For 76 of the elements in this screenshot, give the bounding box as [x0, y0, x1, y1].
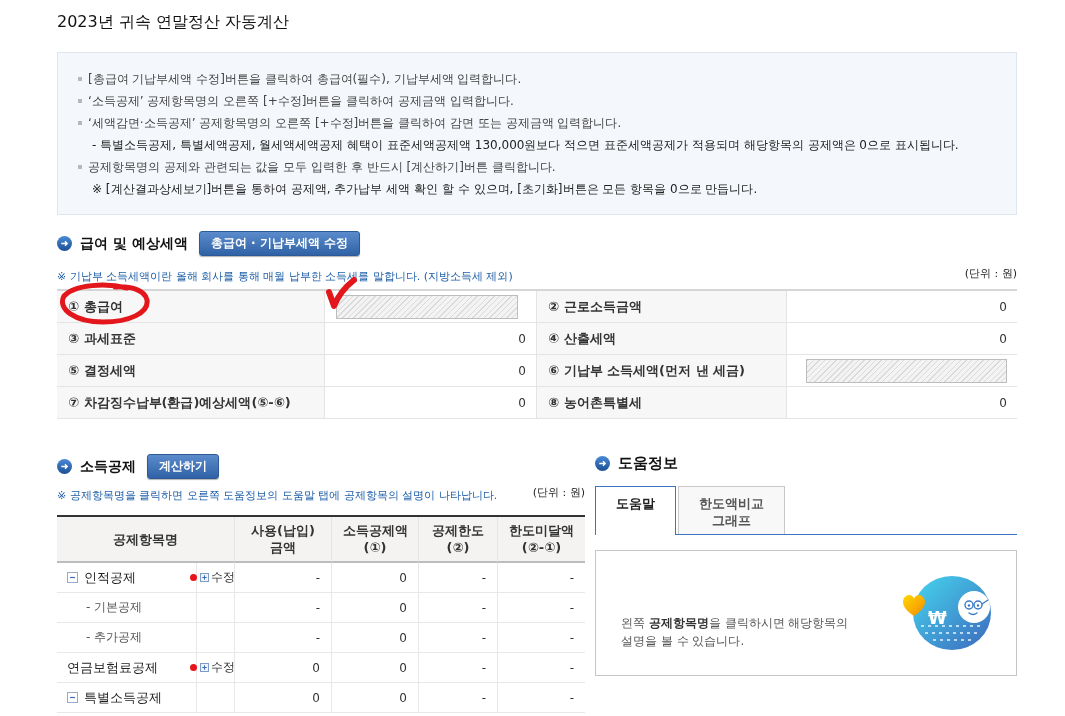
- table-cell: 0: [331, 593, 418, 623]
- table-cell: 0: [331, 683, 418, 713]
- square-bullet-icon: [78, 121, 82, 125]
- value-cell: 0: [787, 291, 1017, 323]
- minus-box-icon[interactable]: [67, 572, 78, 583]
- square-bullet-icon: [78, 99, 82, 103]
- edit-button[interactable]: 수정: [200, 659, 235, 676]
- label-cell: ⑥ 기납부 소득세액(먼저 낸 세금): [537, 355, 787, 387]
- help-text: 왼쪽 공제항목명을 클릭하시면 해당항목의 설명을 볼 수 있습니다.: [621, 615, 849, 650]
- plus-box-icon: [200, 663, 209, 672]
- calculate-button[interactable]: 계산하기: [147, 454, 219, 479]
- salary-tax-edit-button[interactable]: 총급여 · 기납부세액 수정: [198, 231, 360, 256]
- table-cell: -: [234, 623, 331, 653]
- unit-label: (단위 : 원): [532, 485, 585, 500]
- table-cell: -: [497, 623, 585, 653]
- instruction-text: 공제항목명의 공제와 관련되는 값을 모두 입력한 후 반드시 [계산하기]버튼 클릭합니다.: [88, 159, 556, 175]
- label-cell: ⑦ 차감징수납부(환급)예상세액(⑤-⑥): [57, 387, 325, 419]
- note-text: ※ 공제항목명을 클릭하면 오른쪽 도움정보의 도움말 탭에 공제항목의 설명이 나타납니다.: [57, 488, 498, 503]
- plus-box-icon: [200, 573, 209, 582]
- table-cell: 0: [331, 623, 418, 653]
- label-cell: ⑧ 농어촌특별세: [537, 387, 787, 419]
- table-cell: -: [234, 593, 331, 623]
- face-icon: [958, 591, 990, 623]
- section-heading: 도움정보: [618, 454, 678, 473]
- section-heading: 급여 및 예상세액: [80, 234, 188, 253]
- table-cell: -: [497, 563, 585, 593]
- minus-box-icon[interactable]: [67, 692, 78, 703]
- label-cell: ② 근로소득금액: [537, 291, 787, 323]
- label-cell: ③ 과세표준: [57, 323, 325, 355]
- label-cell: ⑤ 결정세액: [57, 355, 325, 387]
- table-cell: -: [234, 563, 331, 593]
- column-header: 공제한도 (②): [418, 517, 497, 563]
- column-header: 한도미달액 (②-①): [497, 517, 585, 563]
- section-heading: 소득공제: [80, 457, 136, 476]
- won-symbol: ₩: [928, 609, 947, 627]
- value-cell: 0: [787, 387, 1017, 419]
- edit-button[interactable]: 수정: [200, 569, 235, 586]
- tab[interactable]: 도움말: [595, 486, 676, 535]
- sub-item-label[interactable]: - 기본공제: [86, 599, 143, 616]
- sub-item-label[interactable]: - 추가공제: [86, 629, 143, 646]
- unit-label: (단위 : 원): [964, 266, 1017, 281]
- table-cell: -: [418, 623, 497, 653]
- table-cell: -: [418, 593, 497, 623]
- instruction-text: ‘세액감면·소득공제’ 공제항목명의 오른쪽 [+수정]버튼을 클릭하여 감면 또는 공제금액 입력합니다.: [88, 115, 622, 131]
- instruction-text: ‘소득공제’ 공제항목명의 오른쪽 [+수정]버튼을 클릭하여 공제금액 입력합니다.: [88, 93, 514, 109]
- table-cell: 0: [331, 563, 418, 593]
- instruction-text: [총급여 기납부세액 수정]버튼을 클릭하여 총급여(필수), 기납부세액 입력합니다.: [88, 71, 522, 87]
- item-label[interactable]: 연금보험료공제: [67, 658, 158, 677]
- item-label[interactable]: 특별소득공제: [84, 688, 162, 707]
- tab[interactable]: 한도액비교 그래프: [678, 486, 785, 534]
- table-cell: 0: [331, 653, 418, 683]
- column-header: 공제항목명: [57, 517, 234, 563]
- instruction-note: - 특별소득공제, 특별세액공제, 월세액세액공제 혜택이 표준세액공제액 130,000원보다 적으면 표준세액공제가 적용되며 해당항목의 공제액은 0으로 표시됩니다.: [91, 137, 959, 154]
- heart-icon: [903, 595, 925, 616]
- table-cell: 0: [234, 653, 331, 683]
- square-bullet-icon: [78, 165, 82, 169]
- arrow-circle-icon: [57, 236, 72, 251]
- table-cell: -: [418, 653, 497, 683]
- square-bullet-icon: [78, 77, 82, 81]
- table-cell: 0: [234, 683, 331, 713]
- table-cell: -: [418, 563, 497, 593]
- note-text: ※ 기납부 소득세액이란 올해 회사를 통해 매월 납부한 소득세를 말합니다. (지방소득세 제외): [57, 269, 513, 284]
- item-label[interactable]: 인적공제: [84, 568, 136, 587]
- arrow-circle-icon: [595, 456, 610, 471]
- table-cell: -: [497, 593, 585, 623]
- label-cell: ① 총급여: [57, 291, 325, 323]
- page-title: 2023년 귀속 연말정산 자동계산: [57, 12, 290, 32]
- table-cell: -: [418, 683, 497, 713]
- label-cell: ④ 산출세액: [537, 323, 787, 355]
- table-cell: -: [497, 653, 585, 683]
- table-cell: -: [497, 683, 585, 713]
- instruction-note: ※ [계산결과상세보기]버튼을 통하여 공제액, 추가납부 세액 확인 할 수 있으며, [초기화]버튼은 모든 항목을 0으로 만듭니다.: [91, 181, 758, 198]
- column-header: 사용(납입) 금액: [234, 517, 331, 563]
- value-cell: 0: [787, 323, 1017, 355]
- arrow-circle-icon: [57, 459, 72, 474]
- column-header: 소득공제액 (①): [331, 517, 418, 563]
